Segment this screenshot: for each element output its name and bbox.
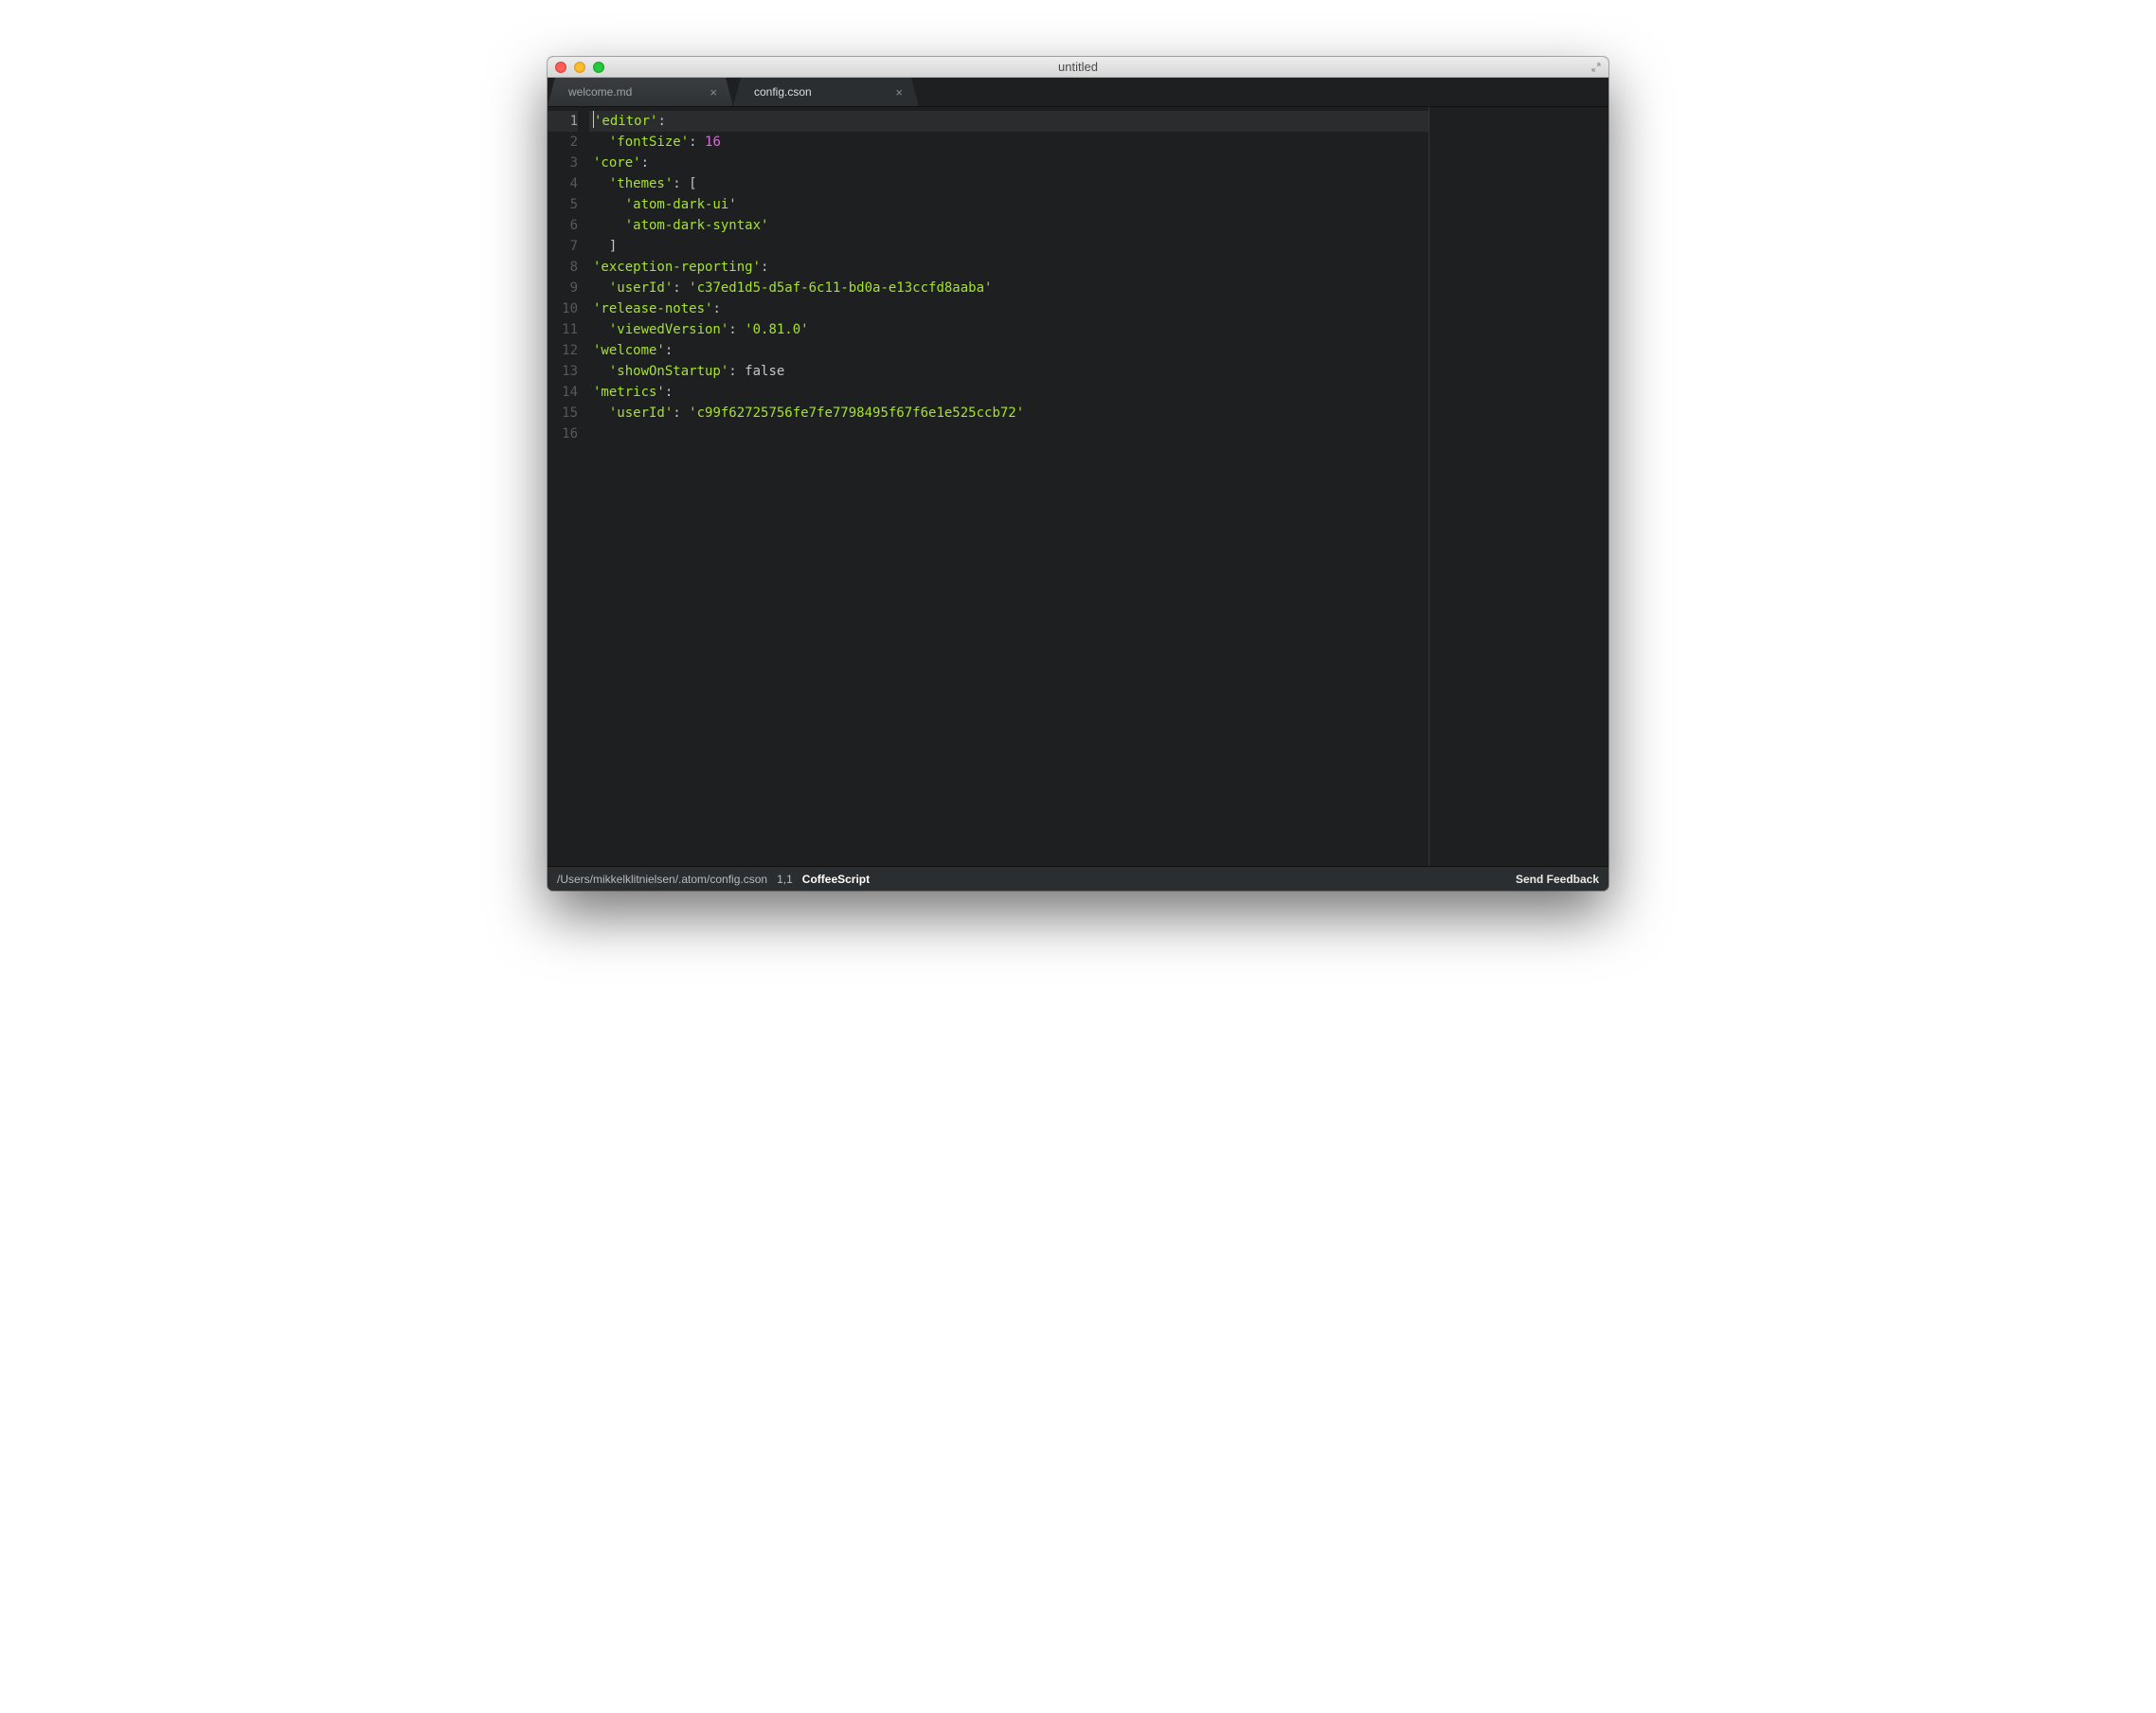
code-line[interactable]: 'metrics': <box>589 382 1428 403</box>
code-line[interactable]: 'atom-dark-syntax' <box>589 215 1428 236</box>
code-line[interactable]: 'release-notes': <box>589 298 1428 319</box>
token-str: 'welcome' <box>593 343 665 358</box>
minimize-window-button[interactable] <box>574 62 585 73</box>
traffic-lights <box>555 62 604 73</box>
token-bool: false <box>745 364 784 379</box>
line-number[interactable]: 13 <box>548 361 578 382</box>
token-str: 'core' <box>593 155 641 171</box>
token-str: 'exception-reporting' <box>593 260 761 275</box>
token-str: 'fontSize' <box>609 135 689 150</box>
line-number[interactable]: 12 <box>548 340 578 361</box>
line-number[interactable]: 4 <box>548 173 578 194</box>
token-str: 'metrics' <box>593 385 665 400</box>
code-line[interactable]: 'welcome': <box>589 340 1428 361</box>
code-line[interactable]: 'themes': [ <box>589 173 1428 194</box>
token-p: : <box>665 385 673 400</box>
tab-close-icon[interactable]: × <box>706 85 721 99</box>
code-line[interactable]: 'atom-dark-ui' <box>589 194 1428 215</box>
token-p: ] <box>593 239 617 254</box>
tab-close-icon[interactable]: × <box>891 85 907 99</box>
token-p <box>593 406 609 421</box>
token-p <box>593 280 609 296</box>
tab-label: welcome.md <box>559 85 706 99</box>
token-p: : <box>728 322 745 337</box>
line-number[interactable]: 8 <box>548 257 578 278</box>
status-cursor-pos[interactable]: 1,1 <box>777 873 793 886</box>
code-line[interactable] <box>589 424 1428 444</box>
token-str: 'showOnStartup' <box>609 364 728 379</box>
status-bar: /Users/mikkelklitnielsen/.atom/config.cs… <box>548 866 1608 891</box>
code-editor[interactable]: 'editor': 'fontSize': 16'core': 'themes'… <box>584 107 1428 866</box>
line-number[interactable]: 9 <box>548 278 578 298</box>
line-number[interactable]: 6 <box>548 215 578 236</box>
token-p <box>593 364 609 379</box>
token-str: 'c37ed1d5-d5af-6c11-bd0a-e13ccfd8aaba' <box>689 280 992 296</box>
status-language[interactable]: CoffeeScript <box>802 873 870 886</box>
code-line[interactable]: 'exception-reporting': <box>589 257 1428 278</box>
token-p: : [ <box>673 176 696 191</box>
tab-label: config.cson <box>745 85 891 99</box>
send-feedback-button[interactable]: Send Feedback <box>1516 873 1599 886</box>
token-str: 'c99f62725756fe7fe7798495f67f6e1e525ccb7… <box>689 406 1024 421</box>
token-str: 'userId' <box>609 280 673 296</box>
token-p: : <box>728 364 745 379</box>
code-line[interactable]: 'fontSize': 16 <box>589 132 1428 153</box>
token-str: '0.81.0' <box>745 322 808 337</box>
code-line[interactable]: 'core': <box>589 153 1428 173</box>
code-line[interactable]: 'editor': <box>589 111 1428 132</box>
line-number[interactable]: 3 <box>548 153 578 173</box>
line-number[interactable]: 7 <box>548 236 578 257</box>
tab-config-cson[interactable]: config.cson× <box>733 78 919 106</box>
minimap-rail[interactable] <box>1428 107 1608 866</box>
token-p <box>593 135 609 150</box>
token-str: 'atom-dark-syntax' <box>625 218 769 233</box>
token-str: 'viewedVersion' <box>609 322 728 337</box>
line-number[interactable]: 11 <box>548 319 578 340</box>
token-p: : <box>712 301 720 316</box>
token-str: 'editor' <box>594 114 657 129</box>
line-number[interactable]: 15 <box>548 403 578 424</box>
status-file-path[interactable]: /Users/mikkelklitnielsen/.atom/config.cs… <box>557 873 767 886</box>
token-p: : <box>689 135 705 150</box>
code-line[interactable]: 'viewedVersion': '0.81.0' <box>589 319 1428 340</box>
code-line[interactable]: ] <box>589 236 1428 257</box>
token-p <box>593 176 609 191</box>
fullscreen-icon[interactable] <box>1590 61 1603 74</box>
line-number[interactable]: 14 <box>548 382 578 403</box>
editor-window: untitled welcome.md×config.cson× 1234567… <box>548 57 1608 891</box>
editor-area: 12345678910111213141516 'editor': 'fontS… <box>548 106 1608 866</box>
zoom-window-button[interactable] <box>593 62 604 73</box>
line-number[interactable]: 1 <box>548 111 578 132</box>
token-str: 'themes' <box>609 176 673 191</box>
line-number-gutter[interactable]: 12345678910111213141516 <box>548 107 584 866</box>
line-number[interactable]: 16 <box>548 424 578 444</box>
title-bar[interactable]: untitled <box>548 57 1608 78</box>
window-title: untitled <box>548 60 1608 74</box>
token-p: : <box>673 406 689 421</box>
tab-bar: welcome.md×config.cson× <box>548 78 1608 106</box>
status-left: /Users/mikkelklitnielsen/.atom/config.cs… <box>557 873 870 886</box>
token-p <box>593 322 609 337</box>
code-line[interactable]: 'showOnStartup': false <box>589 361 1428 382</box>
token-p: : <box>657 114 665 129</box>
token-p: : <box>673 280 689 296</box>
token-num: 16 <box>705 135 721 150</box>
line-number[interactable]: 5 <box>548 194 578 215</box>
token-p: : <box>665 343 673 358</box>
code-line[interactable]: 'userId': 'c37ed1d5-d5af-6c11-bd0a-e13cc… <box>589 278 1428 298</box>
token-p: : <box>641 155 649 171</box>
token-p <box>593 218 625 233</box>
tab-welcome-md[interactable]: welcome.md× <box>548 78 733 106</box>
close-window-button[interactable] <box>555 62 566 73</box>
token-p: : <box>761 260 768 275</box>
token-str: 'atom-dark-ui' <box>625 197 737 212</box>
line-number[interactable]: 2 <box>548 132 578 153</box>
token-str: 'release-notes' <box>593 301 712 316</box>
token-str: 'userId' <box>609 406 673 421</box>
code-line[interactable]: 'userId': 'c99f62725756fe7fe7798495f67f6… <box>589 403 1428 424</box>
token-p <box>593 197 625 212</box>
line-number[interactable]: 10 <box>548 298 578 319</box>
